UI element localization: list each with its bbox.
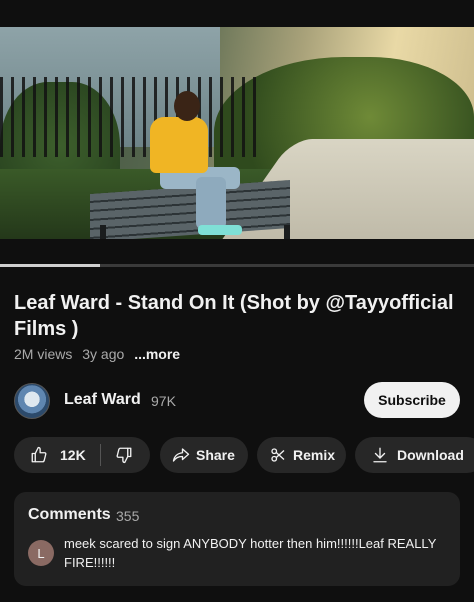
view-count: 2M views [14, 346, 73, 362]
upload-age: 3y ago [82, 346, 125, 362]
channel-avatar[interactable] [14, 383, 50, 419]
video-progress-fill [0, 264, 100, 267]
comments-heading: Comments [28, 506, 111, 523]
like-dislike-group: 12K [14, 437, 150, 473]
download-icon [373, 447, 387, 463]
share-button[interactable]: Share [160, 437, 248, 473]
remix-label: Remix [293, 447, 336, 463]
top-comment-text: meek scared to sign ANYBODY hotter then … [64, 536, 437, 570]
video-frame-bench-legs [100, 225, 290, 239]
like-button[interactable]: 12K [30, 446, 86, 464]
subscribe-button[interactable]: Subscribe [364, 382, 460, 418]
download-label: Download [397, 447, 464, 463]
video-progress-bar[interactable] [0, 264, 474, 267]
video-frame-person-shoes [198, 225, 242, 235]
commenter-avatar: L [28, 540, 54, 566]
share-label: Share [196, 447, 235, 463]
video-player[interactable] [0, 27, 474, 239]
like-count: 12K [60, 447, 86, 463]
remix-button[interactable]: Remix [257, 437, 346, 473]
channel-name[interactable]: Leaf Ward [64, 391, 141, 409]
remix-icon [271, 448, 285, 462]
comments-panel[interactable]: Comments 355 L meek scared to sign ANYBO… [14, 492, 460, 586]
thumbs-up-icon [31, 446, 47, 463]
like-divider [99, 444, 101, 466]
video-title: Leaf Ward - Stand On It (Shot by @Tayyof… [14, 292, 454, 340]
share-icon [172, 448, 190, 462]
more-link[interactable]: ...more [134, 346, 180, 362]
comments-count: 355 [116, 508, 140, 524]
thumbs-down-icon[interactable] [115, 446, 133, 464]
video-frame-person-shins [196, 177, 226, 229]
subscriber-count: 97K [151, 393, 176, 409]
video-frame-person-shirt [150, 117, 208, 173]
download-button[interactable]: Download [355, 437, 474, 473]
video-frame-fence [0, 77, 260, 157]
video-frame-person-head [174, 91, 200, 121]
video-meta[interactable]: 2M views 3y ago ...more [14, 346, 186, 362]
